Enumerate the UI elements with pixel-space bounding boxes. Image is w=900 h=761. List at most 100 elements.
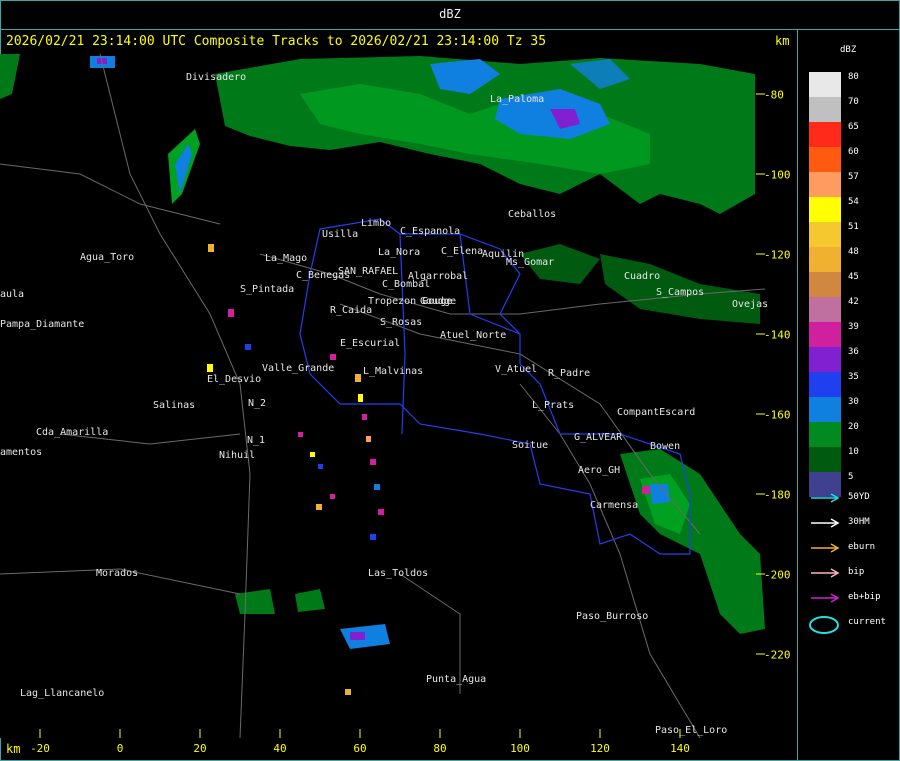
composite-header: 2026/02/21 23:14:00 UTC Composite Tracks… xyxy=(6,34,547,49)
legend-swatch-label: 36 xyxy=(848,347,859,357)
legend-swatch xyxy=(809,422,841,447)
place-label: La_Mago xyxy=(265,253,308,264)
place-label: C_Espanola xyxy=(400,226,461,237)
place-label: Divisadero xyxy=(186,72,247,83)
place-label: Salinas xyxy=(153,400,196,411)
y-tick: -220 xyxy=(764,648,791,662)
x-tick: 120 xyxy=(590,742,610,755)
window-title: dBZ xyxy=(439,7,461,21)
legend-swatch-label: 48 xyxy=(848,247,859,257)
place-label: Carmensa xyxy=(590,500,639,511)
place-label: C_Bombal xyxy=(382,279,431,290)
place-label: Las_Toldos xyxy=(368,568,429,579)
legend-swatch xyxy=(809,197,841,222)
place-label: Bowen xyxy=(650,441,681,452)
legend-track-label: 50YD xyxy=(848,492,870,502)
place-label: N_2 xyxy=(248,398,267,409)
place-label: Soitue xyxy=(512,440,549,451)
y-tick: -200 xyxy=(764,568,791,582)
legend-track-label: eb+bip xyxy=(848,592,881,602)
legend-swatch xyxy=(809,222,841,247)
legend-track-symbol xyxy=(811,518,840,528)
place-label: aula xyxy=(0,289,25,300)
place-label: S_Campos xyxy=(656,287,705,298)
legend-swatch xyxy=(809,297,841,322)
y-tick: -120 xyxy=(764,248,791,262)
legend-track-label: bip xyxy=(848,567,865,577)
place-label: Ms_Gomar xyxy=(506,257,555,268)
legend-swatch-label: 65 xyxy=(848,122,859,132)
legend-swatch-label: 57 xyxy=(848,172,859,182)
place-label: R_Caida xyxy=(330,305,373,316)
place-label: C_Elena xyxy=(441,246,484,257)
place-label: Aero_GH xyxy=(578,465,621,476)
place-label: L_Prats xyxy=(532,400,575,411)
legend-swatch-label: 39 xyxy=(848,322,859,332)
x-tick: 20 xyxy=(193,742,207,755)
place-label: Ovejas xyxy=(732,299,769,310)
place-label: V_Atuel xyxy=(495,364,538,375)
legend-track-label: 30HM xyxy=(848,517,870,527)
legend-track-symbol xyxy=(811,543,840,553)
place-label: Atuel_Norte xyxy=(440,330,507,341)
legend-swatch xyxy=(809,397,841,422)
legend-swatch xyxy=(809,272,841,297)
place-label: N_1 xyxy=(247,435,266,446)
legend-track-symbol xyxy=(811,493,840,503)
x-tick: 100 xyxy=(510,742,530,755)
radar-map[interactable] xyxy=(0,54,765,738)
legend-swatch-label: 54 xyxy=(848,197,859,207)
place-label: L_Malvinas xyxy=(363,366,424,377)
legend-swatch xyxy=(809,372,841,397)
x-tick: -20 xyxy=(30,742,50,755)
x-tick: 0 xyxy=(116,742,124,755)
x-tick: 140 xyxy=(670,742,690,755)
legend-swatch-label: 35 xyxy=(848,372,859,382)
legend-swatch xyxy=(809,172,841,197)
legend-swatch-label: 5 xyxy=(848,472,854,482)
legend-swatch-label: 51 xyxy=(848,222,859,232)
place-label: amentos xyxy=(0,447,43,458)
place-label: S_Pintada xyxy=(240,284,295,295)
legend-swatch xyxy=(809,122,841,147)
place-label: Ceballos xyxy=(508,209,557,220)
place-label: Paso_Burroso xyxy=(576,611,649,622)
legend-track-label: eburn xyxy=(848,542,876,552)
legend-track-label: current xyxy=(848,617,886,627)
legend-swatch-label: 42 xyxy=(848,297,859,307)
place-label: Punta_Agua xyxy=(426,674,487,685)
x-tick: 40 xyxy=(273,742,287,755)
legend-swatch xyxy=(809,447,841,472)
x-tick: 80 xyxy=(433,742,447,755)
place-label: Pampa_Diamante xyxy=(0,319,85,330)
legend-swatch xyxy=(809,347,841,372)
legend-title: dBZ xyxy=(840,45,857,55)
place-label: Limbo xyxy=(361,218,392,229)
place-label: Valle_Grande xyxy=(262,363,335,374)
place-label: CompantEscard xyxy=(617,407,696,418)
place-label: G_ALVEAR xyxy=(574,432,623,443)
place-label: Morados xyxy=(96,568,139,579)
legend-swatch-label: 10 xyxy=(848,447,859,457)
legend-swatch xyxy=(809,147,841,172)
legend-swatch-label: 60 xyxy=(848,147,859,157)
y-tick: -80 xyxy=(764,88,784,102)
legend-track-symbol xyxy=(811,568,840,578)
y-tick: -160 xyxy=(764,408,791,422)
place-label: Cuadro xyxy=(624,271,661,282)
place-label: Lag_Llancanelo xyxy=(20,688,105,699)
y-tick: -180 xyxy=(764,488,791,502)
legend-track-symbol xyxy=(809,616,839,634)
legend-swatch-label: 30 xyxy=(848,397,859,407)
place-label: El_Desvio xyxy=(207,374,262,385)
place-label: E_Escurial xyxy=(340,338,401,349)
legend-swatch-label: 80 xyxy=(848,72,859,82)
y-tick: -140 xyxy=(764,328,791,342)
place-label: Cda_Amarilla xyxy=(36,427,109,438)
place-label: SAN_RAFAEL xyxy=(338,266,399,277)
legend-track-symbol xyxy=(811,593,840,603)
legend-swatch-label: 20 xyxy=(848,422,859,432)
place-label: La_Nora xyxy=(378,247,421,258)
place-label: S_Rosas xyxy=(380,317,423,328)
place-label: Agua_Toro xyxy=(80,252,135,263)
